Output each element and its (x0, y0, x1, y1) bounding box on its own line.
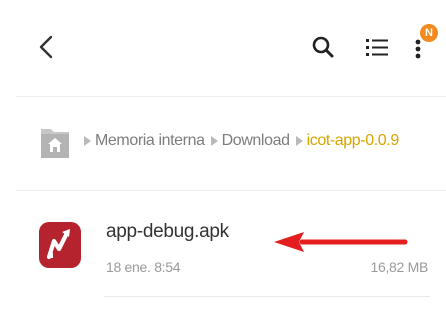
red-pointer-arrow-icon (274, 232, 408, 252)
file-date: 18 ene. 8:54 (106, 259, 181, 275)
divider (16, 96, 446, 97)
search-icon (312, 36, 334, 58)
home-folder-icon[interactable] (38, 121, 72, 161)
file-manager-screen: N Memoria interna Download icot-app-0.0.… (0, 0, 446, 333)
breadcrumb: Memoria interna Download icot-app-0.0.9 (38, 120, 399, 162)
file-name: app-debug.apk (106, 221, 229, 242)
app-apk-icon (39, 222, 81, 268)
notification-badge: N (420, 24, 438, 42)
search-button[interactable] (310, 34, 336, 60)
breadcrumb-item-current-folder[interactable]: icot-app-0.0.9 (307, 132, 400, 150)
divider (104, 296, 430, 297)
breadcrumb-separator-icon (84, 136, 91, 146)
file-size: 16,82 MB (370, 259, 428, 275)
breadcrumb-separator-icon (210, 136, 218, 146)
breadcrumb-item-memoria-interna[interactable]: Memoria interna (95, 132, 205, 150)
app-bar: N (0, 0, 446, 95)
breadcrumb-item-download[interactable]: Download (222, 132, 290, 150)
list-view-icon (366, 39, 388, 56)
divider (16, 190, 446, 191)
back-button[interactable] (33, 32, 59, 62)
breadcrumb-separator-icon (295, 136, 303, 146)
back-chevron-icon (39, 35, 53, 59)
list-view-button[interactable] (364, 34, 390, 60)
